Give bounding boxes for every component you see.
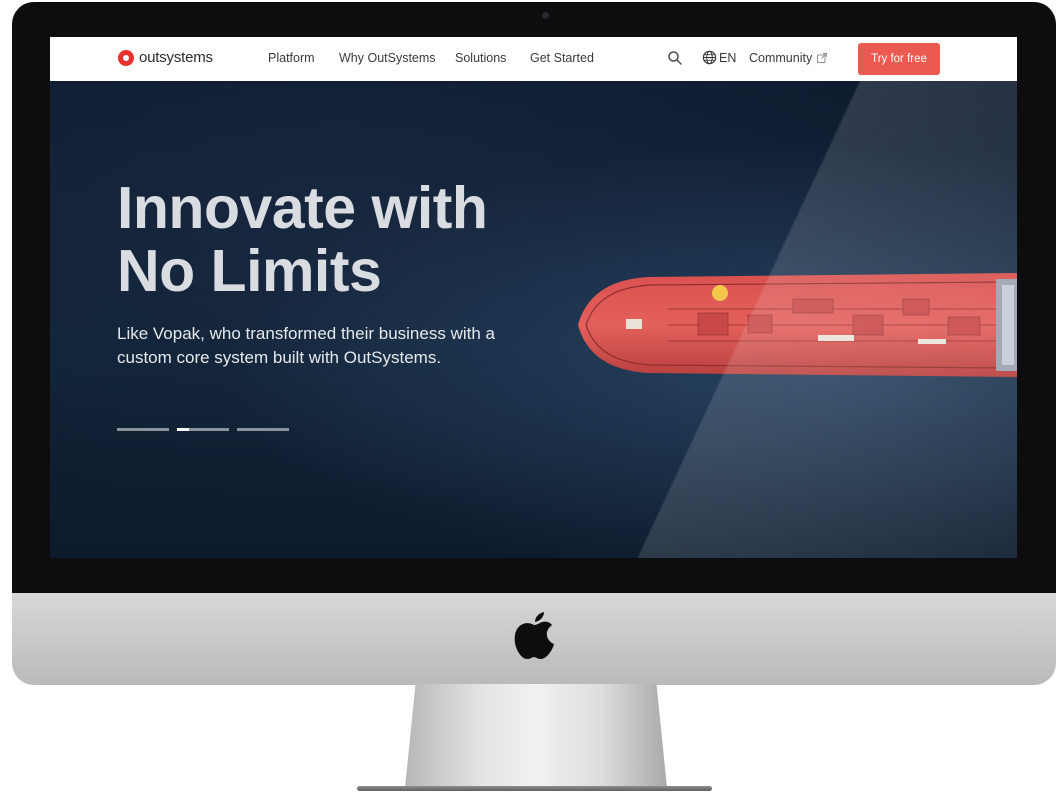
hero-subtitle-line-1: Like Vopak, who transformed their busine… [117, 324, 495, 343]
cargo-ship-image [578, 273, 1017, 377]
camera-dot [542, 12, 549, 19]
hero-subtitle: Like Vopak, who transformed their busine… [117, 322, 577, 370]
external-link-icon [817, 53, 828, 63]
nav-link-get-started[interactable]: Get Started [530, 51, 594, 65]
hero-title: Innovate with No Limits [117, 177, 577, 303]
carousel-indicators [117, 428, 297, 431]
carousel-indicator-2[interactable] [177, 428, 229, 431]
search-icon[interactable] [667, 50, 683, 66]
logo-mark-icon [118, 49, 134, 66]
screen: outsystems Platform Why OutSystems Solut… [50, 37, 1017, 558]
hero-section: Innovate with No Limits Like Vopak, who … [50, 81, 1017, 558]
outsystems-logo[interactable]: outsystems [118, 49, 213, 66]
monitor-stand-base [357, 786, 712, 791]
language-label: EN [719, 50, 737, 65]
carousel-indicator-3[interactable] [237, 428, 289, 431]
globe-icon [702, 50, 717, 65]
nav-link-community[interactable]: Community [749, 51, 828, 65]
hero-subtitle-line-2: custom core system built with OutSystems… [117, 348, 442, 367]
nav-link-solutions[interactable]: Solutions [455, 51, 506, 65]
hero-title-line-1: Innovate with [117, 175, 488, 241]
logo-text: outsystems [139, 49, 213, 66]
community-label: Community [749, 51, 813, 65]
try-for-free-button[interactable]: Try for free [858, 43, 940, 75]
nav-link-platform[interactable]: Platform [268, 51, 315, 65]
nav-link-why-outsystems[interactable]: Why OutSystems [339, 51, 436, 65]
apple-logo-icon [514, 612, 554, 659]
language-selector[interactable]: EN [702, 50, 736, 65]
hero-title-line-2: No Limits [117, 238, 382, 304]
top-navigation: outsystems Platform Why OutSystems Solut… [50, 37, 1017, 81]
monitor-stand [405, 684, 667, 788]
carousel-indicator-1[interactable] [117, 428, 169, 431]
